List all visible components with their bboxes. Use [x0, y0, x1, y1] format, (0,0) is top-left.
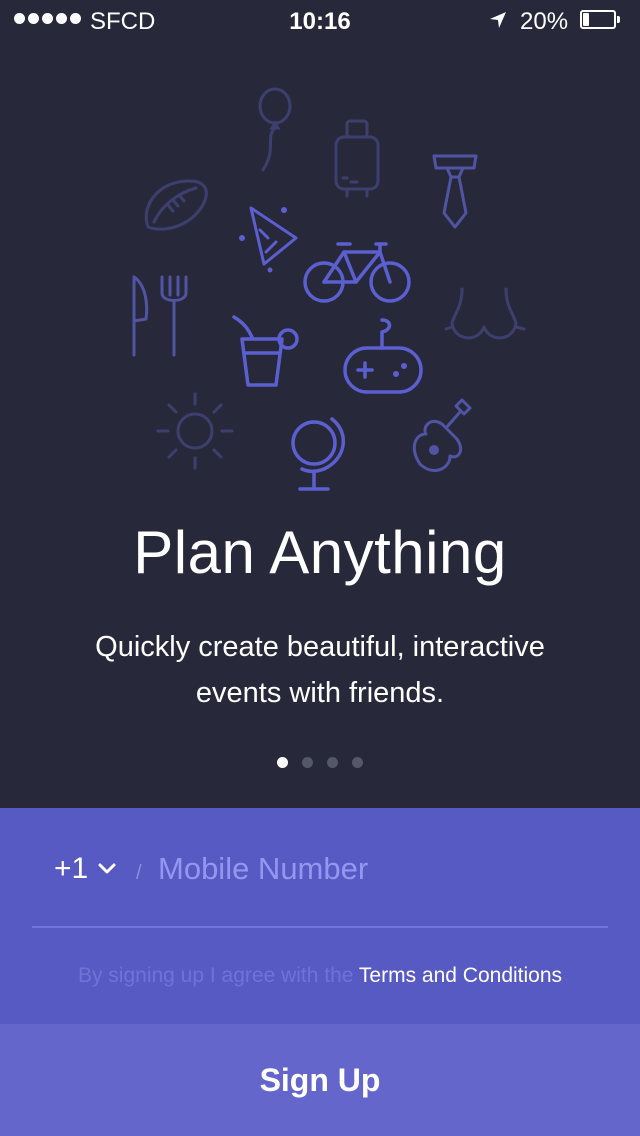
luggage-icon — [334, 119, 380, 198]
mobile-number-input[interactable] — [158, 846, 598, 892]
terms-prefix: By signing up I agree with the — [77, 964, 359, 987]
country-code-value: +1 — [54, 852, 89, 885]
hero-title: Plan Anything — [133, 519, 507, 586]
party-hat-icon — [239, 206, 298, 273]
signup-panel: +1 / By signing up I agree with the Term… — [0, 808, 640, 1024]
chevron-down-icon — [98, 863, 116, 874]
sun-icon — [156, 392, 234, 470]
hero-subtitle: Quickly create beautiful, interactive ev… — [40, 624, 600, 716]
country-code-selector[interactable]: +1 — [54, 852, 116, 886]
football-icon — [144, 179, 208, 231]
page-dot[interactable] — [327, 757, 338, 768]
hero-subtitle-line2: events with friends. — [195, 677, 445, 709]
balloon-icon — [258, 87, 292, 172]
necktie-icon — [432, 154, 478, 229]
activity-illustration — [0, 0, 640, 520]
input-underline — [32, 926, 608, 928]
guitar-icon — [412, 398, 472, 472]
bikini-top-icon — [444, 287, 526, 340]
terms-notice: By signing up I agree with the Terms and… — [0, 964, 640, 988]
hero-subtitle-line1: Quickly create beautiful, interactive — [95, 631, 545, 663]
page-dot[interactable] — [277, 757, 288, 768]
page-dot[interactable] — [352, 757, 363, 768]
page-indicator — [0, 757, 640, 768]
drink-icon — [232, 315, 299, 387]
terms-link[interactable]: Terms and Conditions — [359, 964, 562, 987]
page-dot[interactable] — [302, 757, 313, 768]
fork-knife-icon — [132, 275, 188, 357]
sign-up-button[interactable]: Sign Up — [0, 1024, 640, 1136]
bicycle-icon — [303, 242, 411, 303]
globe-icon — [291, 417, 346, 491]
field-divider: / — [136, 862, 142, 884]
game-controller-icon — [343, 318, 423, 394]
